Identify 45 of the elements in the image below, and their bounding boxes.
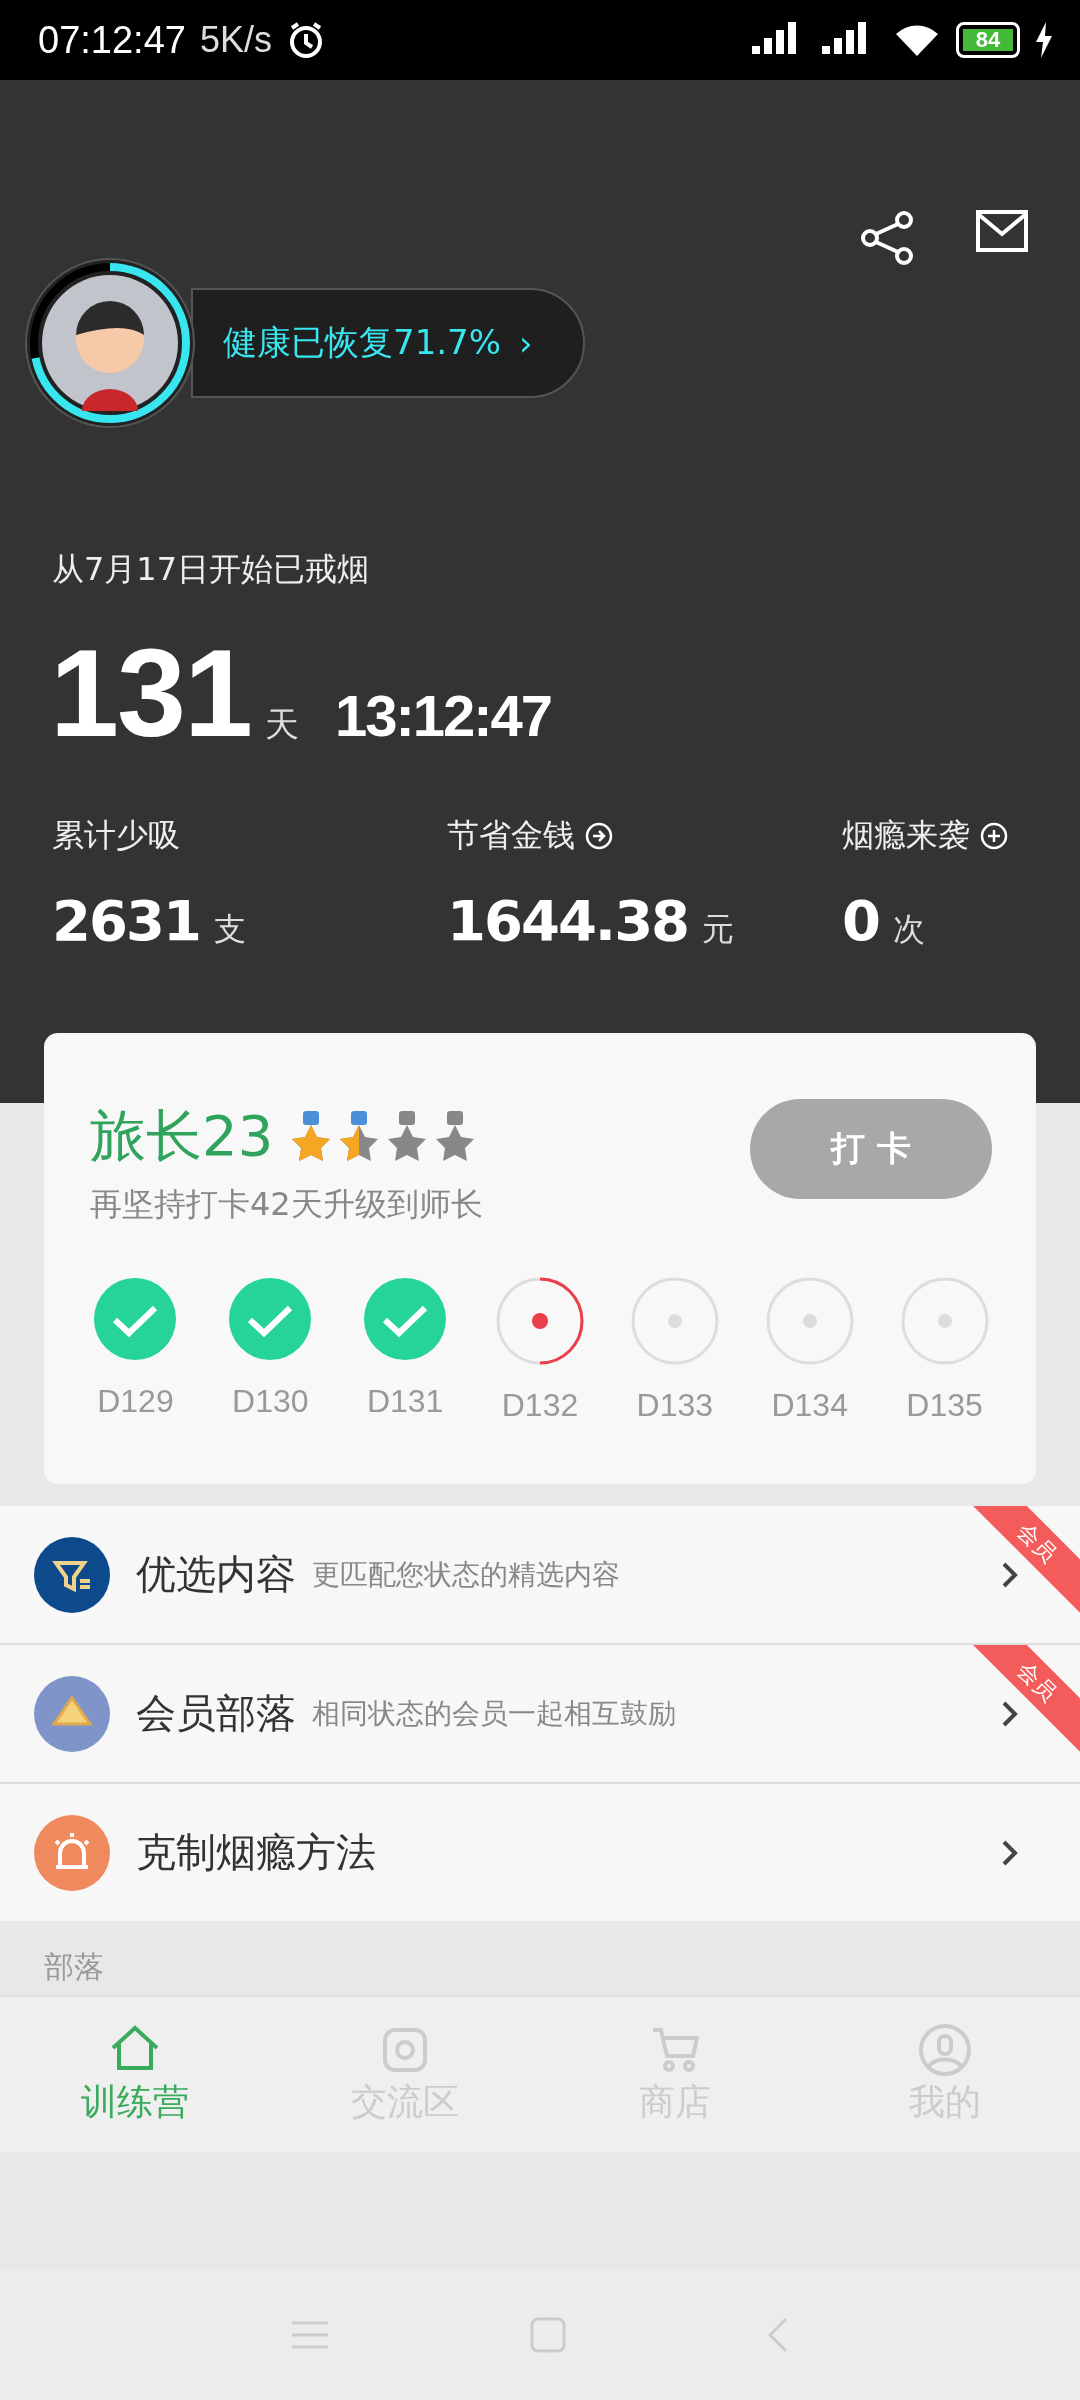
stat-value: 2631	[52, 888, 200, 953]
stat-label: 累计少吸	[52, 815, 180, 856]
days-count: 131	[50, 623, 251, 764]
menu-item[interactable]: 优选内容 更匹配您状态的精选内容 会员	[0, 1506, 1080, 1645]
battery-level: 84	[956, 22, 1020, 58]
elapsed-time: 13:12:47	[334, 682, 552, 749]
stat-label: 节省金钱	[447, 815, 575, 856]
user-icon	[917, 2022, 973, 2076]
network-speed: 5K/s	[199, 19, 272, 61]
rank-title: 旅长23	[90, 1102, 274, 1170]
stat-unit: 元	[702, 909, 735, 950]
medal-star-icon	[387, 1111, 428, 1163]
check-in-button[interactable]: 打 卡	[750, 1099, 992, 1199]
tab-item[interactable]: 训练营	[0, 1997, 270, 2152]
day-label: D129	[97, 1383, 174, 1420]
menu-item[interactable]: 克制烟瘾方法	[0, 1784, 1080, 1921]
medal-star-icon	[435, 1111, 476, 1163]
stat-value: 1644.38	[447, 888, 689, 953]
health-recovery-button[interactable]: 健康已恢复71.7% ›	[191, 288, 585, 398]
stat-unit: 次	[892, 909, 925, 950]
stat-unit: 支	[213, 909, 246, 950]
section-title: 部落	[44, 1949, 104, 1984]
mail-icon[interactable]	[976, 210, 1028, 252]
menu-item[interactable]: 会员部落 相同状态的会员一起相互鼓励 会员	[0, 1645, 1080, 1784]
share-icon[interactable]	[860, 210, 916, 266]
day-label: D135	[906, 1387, 983, 1424]
stat-label: 烟瘾来袭	[842, 815, 970, 856]
medal-star-icon	[339, 1111, 380, 1163]
arrow-circle-icon[interactable]	[585, 822, 613, 850]
day-label: D134	[771, 1387, 848, 1424]
quit-date-text: 从7月17日开始已戒烟	[52, 549, 371, 590]
day-label: D131	[366, 1383, 444, 1420]
filter-icon	[34, 1536, 110, 1613]
alarm-icon	[34, 1814, 110, 1891]
clock-time: 07:12:47	[38, 18, 186, 62]
medal-star-icon	[291, 1111, 332, 1163]
plus-circle-icon[interactable]	[980, 822, 1008, 850]
charging-icon	[1034, 22, 1054, 58]
days-unit: 天	[264, 704, 299, 745]
upgrade-hint: 再坚持打卡42天升级到师长	[90, 1184, 484, 1225]
day-label: D130	[232, 1383, 309, 1420]
tribe-icon	[34, 1675, 110, 1752]
day-label: D132	[501, 1387, 579, 1424]
day-label: D133	[636, 1387, 714, 1424]
stat-value: 0	[842, 888, 879, 953]
